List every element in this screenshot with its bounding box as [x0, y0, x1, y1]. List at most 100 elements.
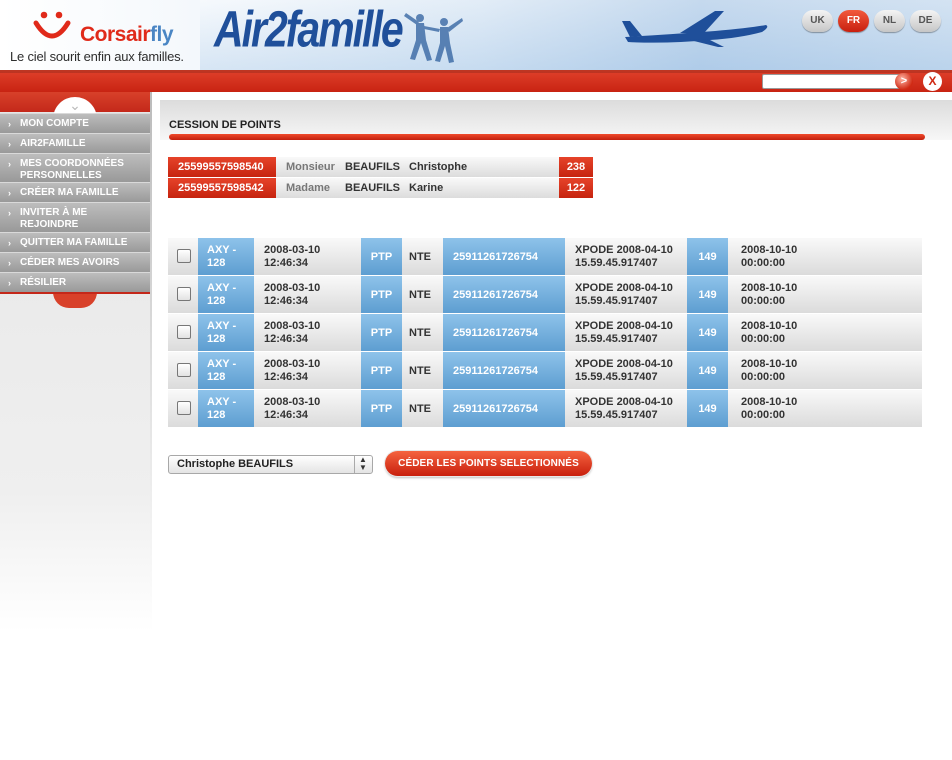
row-separator: [168, 427, 922, 428]
sidebar-item-label: INVITER À ME REJOINDRE: [20, 207, 88, 230]
cell-card-number: 25911261726754: [453, 402, 539, 415]
row-checkbox[interactable]: [177, 287, 191, 301]
cell-station: NTE: [409, 250, 431, 263]
table-row[interactable]: AXY -128 2008-03-10 12:46:34 PTP NTE 25911261…: [168, 314, 922, 352]
search-go-button[interactable]: >: [895, 73, 913, 90]
member-points: 238: [559, 157, 593, 177]
cell-expiry: 2008-10-10 00:00:00: [741, 396, 798, 421]
row-checkbox[interactable]: [177, 249, 191, 263]
cell-code: AXY -128: [207, 358, 237, 383]
recipient-select[interactable]: Christophe BEAUFILS ▲ ▼: [168, 455, 373, 474]
sidebar-item-inviter[interactable]: › INVITER À ME REJOINDRE: [0, 202, 150, 232]
sidebar-item-label: MON COMPTE: [20, 118, 89, 129]
sidebar-item-air2famille[interactable]: › AIR2FAMILLE: [0, 133, 150, 153]
tui-smile-logo-icon: [33, 11, 71, 39]
search-input[interactable]: [762, 74, 900, 89]
page: Corsairfly Le ciel sourit enfin aux fami…: [0, 0, 952, 760]
member-civility: Madame: [286, 182, 331, 194]
cell-date: 2008-03-10 12:46:34: [264, 320, 321, 345]
member-row: 25599557598540 Monsieur BEAUFILS Christo…: [168, 157, 593, 177]
sidebar-item-coordonnees[interactable]: › MES COORDONNÉES PERSONNELLES: [0, 153, 150, 182]
sidebar-item-label: CÉDER MES AVOIRS: [20, 257, 120, 268]
sidebar-item-ceder-avoirs[interactable]: › CÉDER MES AVOIRS: [0, 252, 150, 272]
member-row: 25599557598542 Madame BEAUFILS Karine 12…: [168, 178, 593, 198]
cell-date: 2008-03-10 12:46:34: [264, 282, 321, 307]
table-row[interactable]: AXY -128 2008-03-10 12:46:34 PTP NTE 25911261…: [168, 390, 922, 428]
page-title: CESSION DE POINTS: [169, 119, 281, 131]
cell-code: AXY -128: [207, 244, 237, 269]
cell-points: 149: [698, 326, 717, 339]
chevron-right-icon: ›: [8, 159, 11, 169]
cell-reference: XPODE 2008-04-10 15.59.45.917407: [575, 320, 673, 345]
cell-type: PTP: [370, 250, 393, 263]
member-first-name: Christophe: [409, 161, 468, 173]
member-card-number: 25599557598540: [168, 157, 276, 177]
lang-uk-button[interactable]: UK: [802, 10, 833, 32]
airplane-icon: [622, 11, 768, 47]
cell-expiry: 2008-10-10 00:00:00: [741, 320, 798, 345]
member-points: 122: [559, 178, 593, 198]
row-checkbox[interactable]: [177, 325, 191, 339]
cell-date: 2008-03-10 12:46:34: [264, 396, 321, 421]
title-underline: [169, 134, 925, 140]
cell-points: 149: [698, 250, 717, 263]
top-red-bar-shadow: [0, 70, 952, 73]
sidebar-item-creer-famille[interactable]: › CRÉER MA FAMILLE: [0, 182, 150, 202]
cell-points: 149: [698, 402, 717, 415]
sidebar-item-label: MES COORDONNÉES PERSONNELLES: [20, 158, 124, 181]
recipient-select-value: Christophe BEAUFILS: [177, 458, 294, 470]
lang-nl-button[interactable]: NL: [874, 10, 905, 32]
brand-name-part2: fly: [150, 23, 174, 46]
cell-reference: XPODE 2008-04-10 15.59.45.917407: [575, 244, 673, 269]
table-row[interactable]: AXY -128 2008-03-10 12:46:34 PTP NTE 25911261…: [168, 352, 922, 390]
lang-de-button[interactable]: DE: [910, 10, 941, 32]
chevron-right-icon: ›: [8, 238, 11, 248]
member-first-name: Karine: [409, 182, 444, 194]
cell-card-number: 25911261726754: [453, 364, 539, 377]
dancers-silhouette-icon: [404, 13, 463, 63]
sidebar-item-mon-compte[interactable]: › MON COMPTE: [0, 113, 150, 133]
select-divider: [354, 456, 355, 473]
cell-code: AXY -128: [207, 282, 237, 307]
cell-date: 2008-03-10 12:46:34: [264, 244, 321, 269]
program-logo: Air2famille: [214, 0, 404, 58]
chevron-right-icon: ›: [8, 119, 11, 129]
cell-expiry: 2008-10-10 00:00:00: [741, 244, 798, 269]
member-civility: Monsieur: [286, 161, 335, 173]
sidebar-item-quitter[interactable]: › QUITTER MA FAMILLE: [0, 232, 150, 252]
cell-expiry: 2008-10-10 00:00:00: [741, 282, 798, 307]
chevron-right-icon: ›: [8, 258, 11, 268]
close-button[interactable]: X: [923, 72, 942, 91]
cell-type: PTP: [370, 288, 393, 301]
cell-date: 2008-03-10 12:46:34: [264, 358, 321, 383]
cell-code: AXY -128: [207, 320, 237, 345]
chevron-right-icon: ›: [8, 208, 11, 218]
row-checkbox[interactable]: [177, 363, 191, 377]
cell-reference: XPODE 2008-04-10 15.59.45.917407: [575, 358, 673, 383]
cell-station: NTE: [409, 364, 431, 377]
cell-points: 149: [698, 288, 717, 301]
header: Corsairfly Le ciel sourit enfin aux fami…: [0, 0, 952, 70]
sidebar-item-label: CRÉER MA FAMILLE: [20, 187, 119, 198]
table-row[interactable]: AXY -128 2008-03-10 12:46:34 PTP NTE 25911261…: [168, 276, 922, 314]
brand-name-part1: Corsair: [80, 23, 151, 46]
sidebar-item-label: RÉSILIER: [20, 277, 67, 288]
cell-station: NTE: [409, 326, 431, 339]
corsairfly-logo[interactable]: Corsairfly: [80, 23, 174, 47]
lang-fr-button[interactable]: FR: [838, 10, 869, 32]
cell-expiry: 2008-10-10 00:00:00: [741, 358, 798, 383]
cell-card-number: 25911261726754: [453, 326, 539, 339]
updown-arrows-icon: ▲ ▼: [359, 455, 367, 472]
sidebar-menu-bottom-rule: [0, 292, 150, 294]
cell-reference: XPODE 2008-04-10 15.59.45.917407: [575, 282, 673, 307]
cede-points-button[interactable]: CÉDER LES POINTS SELECTIONNÉS: [385, 451, 592, 476]
table-row[interactable]: AXY -128 2008-03-10 12:46:34 PTP NTE 25911261…: [168, 238, 922, 276]
cell-station: NTE: [409, 288, 431, 301]
sidebar-item-resilier[interactable]: › RÉSILIER: [0, 272, 150, 292]
cell-type: PTP: [370, 402, 393, 415]
row-checkbox[interactable]: [177, 401, 191, 415]
chevron-right-icon: ›: [8, 188, 11, 198]
member-last-name: BEAUFILS: [345, 161, 400, 173]
cell-points: 149: [698, 364, 717, 377]
tagline: Le ciel sourit enfin aux familles.: [10, 49, 184, 64]
